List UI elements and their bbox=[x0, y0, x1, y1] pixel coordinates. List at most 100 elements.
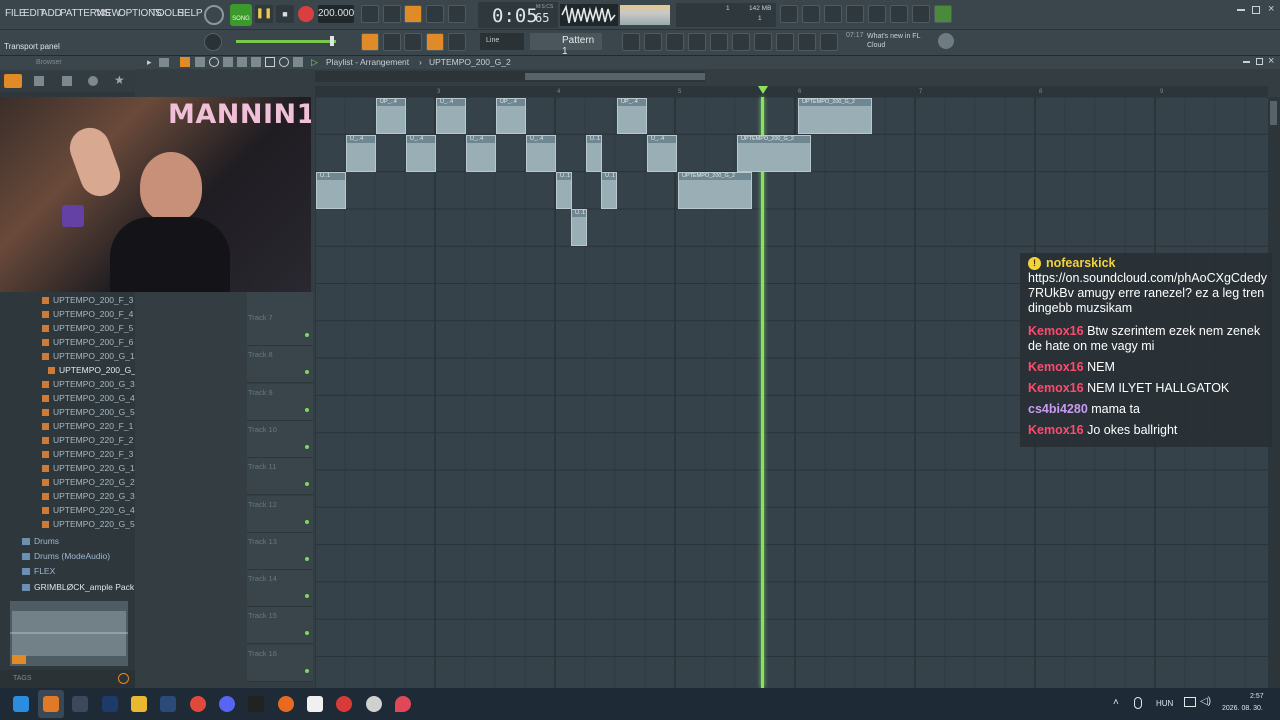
audio-clip[interactable]: U..1 bbox=[571, 209, 587, 246]
stop-button[interactable]: ■ bbox=[276, 5, 294, 23]
tempo-tapper-icon[interactable] bbox=[776, 33, 794, 51]
stamp-icon[interactable] bbox=[448, 33, 466, 51]
help-icon[interactable] bbox=[846, 5, 864, 23]
track-header[interactable]: Track 8 bbox=[247, 346, 313, 384]
audio-clip[interactable]: UP_..4 bbox=[376, 98, 406, 134]
browser-star-icon[interactable]: ★ bbox=[114, 73, 125, 87]
menu-help[interactable]: HELP bbox=[177, 8, 203, 19]
folder-drums-modeaudio[interactable]: Drums (ModeAudio) bbox=[22, 551, 110, 561]
browser-file-item[interactable]: UPTEMPO_200_G_4 bbox=[42, 393, 135, 403]
task-view-icon[interactable] bbox=[72, 696, 88, 712]
news-gear-icon[interactable] bbox=[938, 33, 954, 49]
audio-clip[interactable]: U_..4 bbox=[466, 135, 496, 172]
track-enable-dot-icon[interactable] bbox=[305, 594, 309, 599]
track-header[interactable]: Track 11 bbox=[247, 458, 313, 496]
browser-file-item[interactable]: UPTEMPO_220_G_4 bbox=[42, 505, 135, 515]
browser-file-icon[interactable] bbox=[34, 76, 44, 86]
track-enable-dot-icon[interactable] bbox=[305, 556, 309, 561]
browser-file-item[interactable]: UPTEMPO_200_G_2 bbox=[48, 365, 141, 375]
track-enable-dot-icon[interactable] bbox=[305, 333, 309, 337]
piano-roll-icon[interactable] bbox=[644, 33, 662, 51]
zoom-tool-icon[interactable] bbox=[279, 57, 289, 67]
clock-date[interactable]: 2026. 08. 30. bbox=[1222, 705, 1263, 712]
playlist-snap-icon[interactable] bbox=[361, 33, 379, 51]
discord-icon[interactable] bbox=[219, 696, 235, 712]
audio-clip[interactable]: U..1 bbox=[556, 172, 572, 209]
draw-tool-icon[interactable] bbox=[180, 57, 190, 67]
tray-speaker-icon[interactable]: ◁) bbox=[1200, 696, 1211, 707]
news-text[interactable]: What's new in FL Cloud bbox=[867, 32, 937, 50]
loop-record-button[interactable] bbox=[448, 5, 466, 23]
track-header[interactable]: Track 16 bbox=[247, 644, 313, 682]
master-volume-knob[interactable] bbox=[204, 5, 224, 25]
playlist-close-icon[interactable]: × bbox=[1268, 55, 1274, 67]
browser-pin-icon[interactable] bbox=[4, 74, 22, 88]
mute-tool-icon[interactable] bbox=[223, 57, 233, 67]
audio-clip[interactable]: UPTEMPO_200_G_2 bbox=[678, 172, 752, 209]
chat-bubble-icon[interactable] bbox=[912, 5, 930, 23]
audio-clip[interactable]: UP_..4 bbox=[496, 98, 526, 134]
tags-search-icon[interactable] bbox=[118, 673, 129, 684]
mixer-icon[interactable] bbox=[890, 5, 908, 23]
breadcrumb-playlist[interactable]: Playlist - Arrangement bbox=[326, 57, 409, 67]
browser-file-item[interactable]: UPTEMPO_220_G_3 bbox=[42, 491, 135, 501]
track-header[interactable]: Track 14 bbox=[247, 570, 313, 608]
slip-tool-icon[interactable] bbox=[237, 57, 247, 67]
browser-icon[interactable] bbox=[710, 33, 728, 51]
browser-file-item[interactable]: UPTEMPO_220_F_2 bbox=[42, 435, 133, 445]
folder-flex[interactable]: FLEX bbox=[22, 566, 55, 576]
audio-clip[interactable]: U..1 bbox=[601, 172, 617, 209]
arrange-icon[interactable] bbox=[798, 33, 816, 51]
audio-clip[interactable]: U..1 bbox=[316, 172, 346, 209]
audio-clip[interactable]: UP_..4 bbox=[617, 98, 647, 134]
clock-time[interactable]: 2:57 bbox=[1250, 693, 1264, 700]
playlist-minimize-icon[interactable] bbox=[1243, 61, 1250, 63]
volume-slider-handle[interactable] bbox=[330, 36, 334, 46]
download-icon[interactable] bbox=[934, 5, 952, 23]
snap-select[interactable]: Line bbox=[480, 33, 524, 50]
tempo-display[interactable]: 200.000 bbox=[318, 5, 354, 23]
chrome-icon[interactable] bbox=[190, 696, 206, 712]
track-enable-dot-icon[interactable] bbox=[305, 668, 309, 673]
app-icon-dark[interactable] bbox=[248, 696, 264, 712]
pattern-select[interactable]: Pattern 1 bbox=[530, 33, 602, 57]
browser-file-item[interactable]: UPTEMPO_220_F_1 bbox=[42, 421, 133, 431]
step-edit-button[interactable] bbox=[426, 5, 444, 23]
browser-file-item[interactable]: UPTEMPO_220_G_1 bbox=[42, 463, 135, 473]
folder-grimblock[interactable]: GRIMBLØCK_ample Pack bbox=[22, 582, 134, 592]
audio-clip[interactable]: U_..4 bbox=[346, 135, 376, 172]
master-volume-slider[interactable] bbox=[236, 40, 336, 43]
fl-studio-icon[interactable] bbox=[43, 696, 59, 712]
mixer-view-icon[interactable] bbox=[688, 33, 706, 51]
tray-chevron-up-icon[interactable]: ˄ bbox=[1113, 697, 1119, 708]
track-enable-dot-icon[interactable] bbox=[305, 631, 309, 636]
close-icon[interactable]: × bbox=[1268, 3, 1274, 15]
metronome-button[interactable] bbox=[361, 5, 379, 23]
vertical-scroll-thumb[interactable] bbox=[1270, 101, 1277, 125]
paint-tool-icon[interactable] bbox=[195, 57, 205, 67]
audio-clip[interactable]: U_..4 bbox=[526, 135, 556, 172]
slice-tool-icon[interactable] bbox=[251, 57, 261, 67]
channel-rack-icon[interactable] bbox=[666, 33, 684, 51]
magnet-icon[interactable] bbox=[159, 58, 169, 67]
browser-file-item[interactable]: UPTEMPO_200_F_3 bbox=[42, 295, 133, 305]
pause-button[interactable]: ❚❚ bbox=[255, 5, 273, 23]
minimize-icon[interactable] bbox=[1237, 9, 1245, 11]
folder-drums[interactable]: Drums bbox=[22, 536, 59, 546]
audio-clip[interactable]: U_..4 bbox=[436, 98, 466, 134]
track-header[interactable]: Track 12 bbox=[247, 495, 313, 533]
store-icon[interactable] bbox=[820, 33, 838, 51]
obs-icon[interactable] bbox=[307, 696, 323, 712]
playlist-maximize-icon[interactable] bbox=[1256, 58, 1263, 65]
photoshop-icon[interactable] bbox=[102, 696, 118, 712]
audio-clip[interactable]: UPTEMPO_200_G_2 bbox=[737, 135, 811, 172]
track-enable-dot-icon[interactable] bbox=[305, 407, 309, 412]
steam-icon[interactable] bbox=[160, 696, 176, 712]
language-indicator[interactable]: HUN bbox=[1156, 699, 1173, 708]
track-header[interactable]: Track 7 bbox=[247, 309, 313, 346]
browser-file-item[interactable]: UPTEMPO_200_F_6 bbox=[42, 337, 133, 347]
timeline-ruler[interactable] bbox=[315, 86, 1268, 97]
audio-clip[interactable]: U..1 bbox=[586, 135, 602, 172]
playback-tool-icon[interactable] bbox=[293, 57, 303, 67]
chatgpt-icon[interactable] bbox=[366, 696, 382, 712]
